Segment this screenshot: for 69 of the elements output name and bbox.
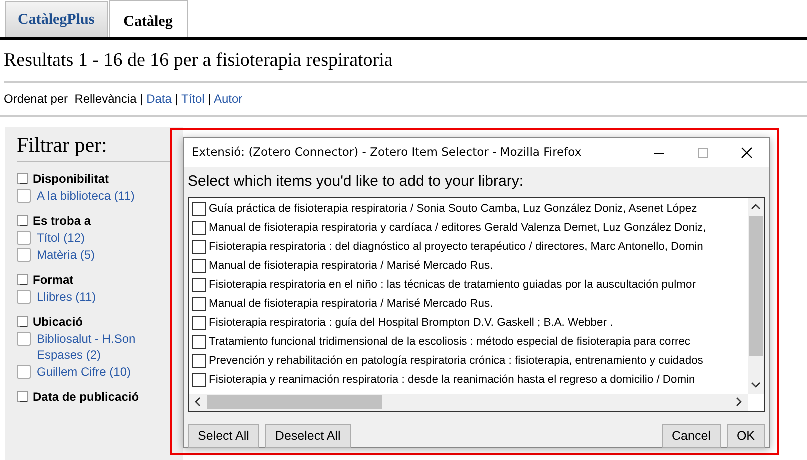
sort-link[interactable]: Títol [182, 92, 205, 106]
checkbox[interactable] [192, 297, 206, 311]
checkbox[interactable] [17, 248, 31, 262]
checkbox[interactable] [192, 259, 206, 273]
separator: | [139, 92, 144, 106]
checkbox[interactable] [17, 188, 31, 203]
vertical-scrollbar[interactable] [748, 198, 764, 394]
dialog-button[interactable]: Cancel [662, 424, 721, 448]
filter-link[interactable]: Bibliosalut - H.Son Espases (2) [37, 330, 171, 363]
checkbox[interactable] [192, 316, 206, 330]
checkbox[interactable] [192, 221, 206, 235]
item-label[interactable]: Manual de fisioterapia respiratoria / Marisé Mercado Rus. [209, 258, 494, 274]
sort-option: Rellevància [74, 92, 137, 106]
checkbox[interactable] [192, 373, 206, 387]
filter-group-title: Es troba a [33, 212, 92, 229]
filter-link[interactable]: Llibres (11) [37, 288, 96, 305]
item-label[interactable]: Fisioterapia respiratoria : guía del Hospital Brompton D.V. Gaskell ; B.A. Webber . [209, 314, 614, 332]
filter-group-title: Data de publicació [33, 388, 140, 405]
filter-link[interactable]: Títol (12) [37, 230, 86, 246]
item-label[interactable]: Manual de fisioterapia respiratoria / Marisé Mercado Rus. [209, 296, 494, 312]
results-heading: Resultats 1 - 16 de 16 per a fisioterapia respiratoria [4, 47, 807, 82]
collapse-icon[interactable] [17, 391, 28, 402]
checkbox[interactable] [192, 335, 206, 349]
scroll-down-icon[interactable] [751, 380, 761, 390]
filter-group-title: Disponibilitat [33, 170, 109, 187]
checkbox[interactable] [192, 202, 206, 216]
collapse-icon[interactable] [17, 215, 28, 226]
filter-link[interactable]: A la biblioteca (11) [37, 188, 135, 204]
collapse-icon[interactable] [17, 274, 28, 286]
sort-link[interactable]: Data [146, 92, 172, 106]
item-label[interactable]: Fisioterapia y reanimación respiratoria : desde la reanimación hasta el regreso a domicilio / Domin [209, 372, 696, 388]
scroll-left-icon[interactable] [193, 397, 203, 407]
scrollbar-thumb[interactable] [749, 216, 763, 356]
close-icon[interactable] [741, 146, 753, 158]
filter-link[interactable]: Matèria (5) [37, 246, 96, 263]
checkbox[interactable] [17, 364, 31, 379]
collapse-icon[interactable] [17, 173, 28, 184]
collapse-icon[interactable] [17, 316, 28, 328]
tab[interactable]: Catàleg [108, 0, 188, 37]
checkbox[interactable] [17, 230, 31, 245]
checkbox[interactable] [17, 290, 31, 304]
filter-link[interactable]: Guillem Cifre (10) [37, 364, 132, 380]
dialog-button[interactable]: Deselect All [265, 424, 351, 448]
filter-title: Filtrar per: [17, 132, 171, 162]
separator: | [207, 92, 212, 106]
checkbox[interactable] [192, 278, 206, 292]
item-label[interactable]: Prevención y rehabilitación en patología respiratoria crónica : fisioterapia, entrenamiento y cuidados [209, 352, 704, 370]
checkbox[interactable] [17, 332, 31, 346]
dialog-button[interactable]: OK [726, 424, 765, 448]
item-label[interactable]: Fisioterapia respiratoria : del diagnóstico al proyecto terapéutico / directores, Marc Antonello, Domin [209, 238, 704, 256]
window-title: Extensió: (Zotero Connector) - Zotero Item Selector - Mozilla Firefox [192, 144, 582, 161]
scroll-right-icon[interactable] [734, 397, 744, 407]
checkbox[interactable] [192, 354, 206, 368]
dialog-button[interactable]: Select All [188, 424, 260, 448]
horizontal-scrollbar[interactable] [189, 394, 748, 410]
separator: | [174, 92, 180, 106]
filter-group-title: Format [33, 272, 74, 288]
item-label[interactable]: Manual de fisioterapia respiratoria y cardíaca / editores Gerald Valenza Demet, Luz González Doniz, [209, 220, 706, 236]
prompt-text: Select which items you'd like to add to your library: [187, 172, 525, 192]
sort-label: Ordenat per [4, 92, 70, 106]
scrollbar-thumb[interactable] [207, 395, 382, 409]
item-label[interactable]: Guía práctica de fisioterapia respiratoria / Sonia Souto Camba, Luz González Doniz, Asenet López [209, 200, 698, 218]
filter-group-title: Ubicació [33, 314, 84, 330]
scroll-up-icon[interactable] [751, 202, 761, 212]
item-label[interactable]: Tratamiento funcional tridimensional de la escoliosis : método especial de fisioterapia para correc [209, 334, 691, 350]
checkbox[interactable] [192, 240, 206, 254]
tab[interactable]: CatàlegPlus [5, 0, 108, 37]
sort-link[interactable]: Autor [214, 92, 243, 106]
item-label[interactable]: Fisioterapia respiratoria en el niño : las técnicas de tratamiento guiadas por la auscultación pulmor [209, 276, 696, 294]
